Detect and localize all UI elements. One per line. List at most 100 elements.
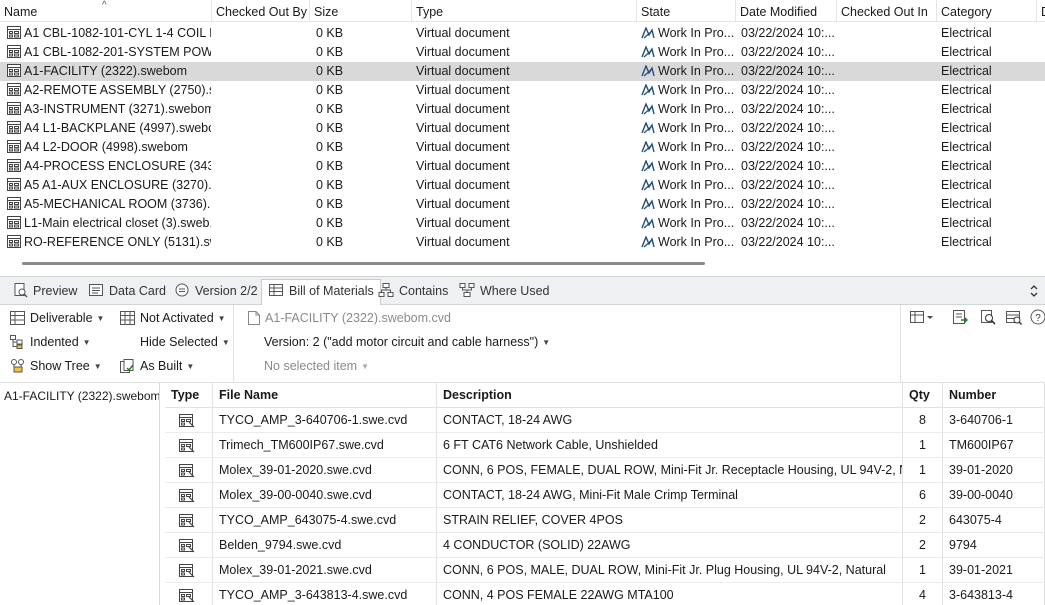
tab-bill-of-materials[interactable]: Bill of Materials [261, 279, 381, 306]
bom-row[interactable]: Molex_39-00-0040.swe.cvd CONTACT, 18-24 A… [165, 483, 1045, 508]
deliverable-dropdown[interactable]: Deliverable ▼ [10, 308, 104, 328]
version-dropdown[interactable]: Version: 2 ("add motor circuit and cable… [264, 332, 550, 352]
state-cell: Work In Pro... [641, 62, 735, 81]
file-name: A1 CBL-1082-101-CYL 1-4 COIL H... [24, 26, 211, 40]
bom-qty-cell: 4 [903, 583, 943, 605]
file-row[interactable]: A4 L1-BACKPLANE (4997).swebom 0 KB Virtual… [0, 119, 1045, 138]
bom-column-file-name[interactable]: File Name [213, 383, 437, 408]
bom-row[interactable]: TYCO_AMP_3-640706-1.swe.cvd CONTACT, 18-2… [165, 408, 1045, 433]
bom-file-name-cell: Molex_39-01-2020.swe.cvd [213, 458, 437, 483]
date-modified-cell: 03/22/2024 10:... [741, 121, 835, 135]
workflow-state-icon [641, 65, 655, 77]
checked-out-by-cell [216, 24, 308, 43]
workflow-state-icon [641, 84, 655, 96]
bom-description-cell: CONTACT, 18-24 AWG [437, 408, 903, 433]
column-header-size[interactable]: Size [310, 0, 412, 22]
state-text: Work In Pro... [658, 235, 735, 249]
file-row[interactable]: A5 A1-AUX ENCLOSURE (3270).s... 0 KB Virtu… [0, 176, 1045, 195]
category-cell: Electrical [941, 140, 992, 154]
bom-tree-root[interactable]: A1-FACILITY (2322).swebom.cvd [4, 389, 159, 403]
column-header-date-modified[interactable]: Date Modified [736, 0, 837, 22]
tab-version[interactable]: Version 2/2 [168, 280, 264, 305]
tab-data-card[interactable]: Data Card [82, 280, 172, 305]
bom-row[interactable]: Molex_39-01-2020.swe.cvd CONN, 6 POS, FEM… [165, 458, 1045, 483]
bom-row[interactable]: TYCO_AMP_643075-4.swe.cvd STRAIN RELIEF, … [165, 508, 1045, 533]
column-header-name[interactable]: Name ^ [0, 0, 212, 22]
bom-number-cell: 3-640706-1 [943, 408, 1045, 433]
workflow-state-icon [641, 236, 655, 248]
category-cell: Electrical [941, 121, 992, 135]
as-built-dropdown[interactable]: As Built ▼ [120, 356, 194, 376]
tab-where-used[interactable]: Where Used [453, 280, 555, 305]
file-list: Name ^ Checked Out By Size Type State Dat… [0, 0, 1045, 256]
file-row[interactable]: A2-REMOTE ASSEMBLY (2750).swe... 0 KB Virt… [0, 81, 1045, 100]
bom-row[interactable]: Trimech_TM600IP67.swe.cvd 6 FT CAT6 Netwo… [165, 433, 1045, 458]
date-modified-cell: 03/22/2024 10:... [741, 45, 835, 59]
horizontal-scrollbar[interactable] [0, 256, 1045, 274]
bom-document-icon [179, 564, 195, 578]
column-header-checked-out-in[interactable]: Checked Out In [837, 0, 937, 22]
as-built-icon [120, 359, 134, 373]
column-header-category[interactable]: Category [937, 0, 1037, 22]
bom-column-qty[interactable]: Qty [903, 383, 943, 408]
state-text: Work In Pro... [658, 121, 735, 135]
file-row[interactable]: A3-INSTRUMENT (3271).swebom 0 KB Virtual d… [0, 100, 1045, 119]
checked-out-by-cell [216, 100, 308, 119]
file-row[interactable]: A4 L2-DOOR (4998).swebom 0 KB Virtual docu… [0, 138, 1045, 157]
bom-row[interactable]: Molex_39-01-2021.swe.cvd CONN, 6 POS, MAL… [165, 558, 1045, 583]
bom-description-cell: CONN, 6 POS, FEMALE, DUAL ROW, Mini-Fit … [437, 458, 903, 483]
file-row[interactable]: A4-PROCESS ENCLOSURE (3432).... 0 KB Virtu… [0, 157, 1045, 176]
column-header-checked-out-by[interactable]: Checked Out By [212, 0, 310, 22]
indented-dropdown[interactable]: Indented ▼ [10, 332, 91, 352]
bom-row[interactable]: TYCO_AMP_3-643813-4.swe.cvd CONN, 4 POS F… [165, 583, 1045, 605]
export-icon[interactable] [952, 309, 968, 328]
tab-bar: Preview Data Card Version 2/2 Bill of Ma… [0, 276, 1045, 306]
bom-column-type[interactable]: Type [165, 383, 213, 408]
file-row[interactable]: RO-REFERENCE ONLY (5131).swe... 0 KB Virtu… [0, 233, 1045, 252]
help-icon[interactable]: ? [1030, 309, 1045, 328]
checked-out-by-cell [216, 233, 308, 252]
column-header-d[interactable]: D [1037, 0, 1045, 22]
hide-selected-dropdown[interactable]: Hide Selected ▼ [140, 332, 230, 352]
preview-icon [14, 283, 28, 298]
file-row[interactable]: A5-MECHANICAL ROOM (3736).s... 0 KB Virtua… [0, 195, 1045, 214]
column-header-state[interactable]: State [637, 0, 736, 22]
date-modified-cell: 03/22/2024 10:... [741, 216, 835, 230]
activation-dropdown[interactable]: Not Activated ▼ [120, 308, 226, 328]
checked-out-by-cell [216, 119, 308, 138]
bom-column-number[interactable]: Number [943, 383, 1045, 408]
column-header-type[interactable]: Type [412, 0, 637, 22]
virtual-document-icon [7, 140, 21, 153]
bom-row[interactable]: Belden_9794.swe.cvd 4 CONDUCTOR (SOLID) 2… [165, 533, 1045, 558]
state-text: Work In Pro... [658, 178, 735, 192]
checked-out-in-cell [841, 119, 936, 138]
type-cell: Virtual document [416, 26, 510, 40]
tab-contains[interactable]: Contains [372, 280, 454, 305]
state-cell: Work In Pro... [641, 176, 735, 195]
selected-item-dropdown[interactable]: No selected item ▼ [264, 356, 369, 376]
file-row[interactable]: A1-FACILITY (2322).swebom 0 KB Virtual doc… [0, 62, 1045, 81]
date-modified-cell: 03/22/2024 10:... [741, 197, 835, 211]
category-cell: Electrical [941, 178, 992, 192]
bom-column-description[interactable]: Description [437, 383, 903, 408]
checked-out-by-cell [216, 81, 308, 100]
file-row[interactable]: A1 CBL-1082-101-CYL 1-4 COIL H... 0 KB Vir… [0, 24, 1045, 43]
expand-icon[interactable] [1029, 285, 1039, 300]
bom-qty-cell: 8 [903, 408, 943, 433]
type-cell: Virtual document [416, 45, 510, 59]
bom-qty-cell: 1 [903, 458, 943, 483]
virtual-document-icon [7, 159, 21, 172]
show-tree-dropdown[interactable]: Show Tree ▼ [10, 356, 102, 376]
columns-menu-icon[interactable] [910, 309, 936, 328]
workflow-state-icon [641, 122, 655, 134]
compare-icon[interactable] [1006, 309, 1022, 328]
tab-preview[interactable]: Preview [6, 280, 83, 305]
horizontal-scrollbar-thumb[interactable] [22, 262, 705, 265]
file-row[interactable]: L1-Main electrical closet (3).sweb... 0 K… [0, 214, 1045, 233]
virtual-document-icon [7, 235, 21, 248]
file-row[interactable]: A1 CBL-1082-201-SYSTEM POWE... 0 KB Virtua… [0, 43, 1045, 62]
find-icon[interactable] [980, 309, 996, 328]
checked-out-in-cell [841, 43, 936, 62]
virtual-document-icon [7, 178, 21, 191]
file-name-cell: A5-MECHANICAL ROOM (3736).s... [7, 195, 211, 214]
